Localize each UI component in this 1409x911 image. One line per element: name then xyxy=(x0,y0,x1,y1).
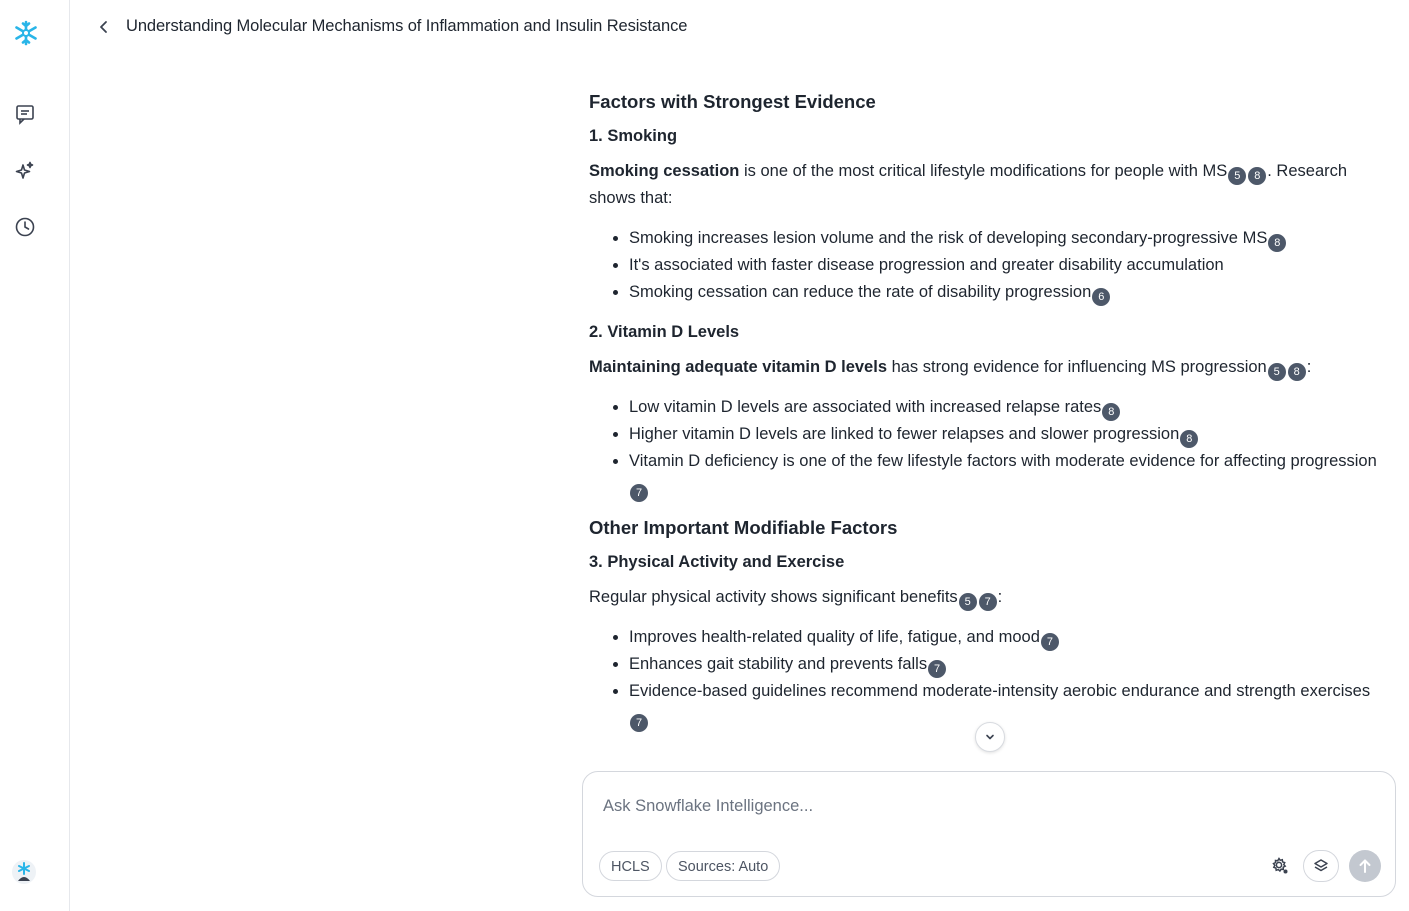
user-avatar-icon[interactable] xyxy=(11,859,37,885)
page-title: Understanding Molecular Mechanisms of In… xyxy=(126,17,688,35)
citation-badge[interactable]: 7 xyxy=(978,593,997,611)
citation-badge[interactable]: 8 xyxy=(1268,234,1287,252)
citation-badge[interactable]: 5 xyxy=(1267,363,1286,381)
header: Understanding Molecular Mechanisms of In… xyxy=(70,0,1409,54)
text: Vitamin D deficiency is one of the few l… xyxy=(629,452,1377,470)
send-button[interactable] xyxy=(1349,850,1381,882)
context-chip-hcls[interactable]: HCLS xyxy=(599,851,662,881)
text: Enhances gait stability and prevents fal… xyxy=(629,655,928,673)
text: Higher vitamin D levels are linked to fe… xyxy=(629,425,1180,443)
citation-badge[interactable]: 7 xyxy=(1040,633,1059,651)
bold-text: Smoking cessation xyxy=(589,162,740,180)
chevron-down-icon xyxy=(986,734,994,740)
citation-badge[interactable]: 5 xyxy=(1228,167,1247,185)
subsection-heading: 3. Physical Activity and Exercise xyxy=(589,553,845,571)
citation-badge[interactable]: 8 xyxy=(1248,167,1267,185)
citation-badge[interactable]: 6 xyxy=(1092,288,1111,306)
scroll-to-bottom-button[interactable] xyxy=(975,722,1005,752)
text: has strong evidence for influencing MS p… xyxy=(887,358,1267,376)
paragraph: Smoking cessation is one of the most cri… xyxy=(589,158,1389,212)
arrow-up-icon xyxy=(1359,859,1371,873)
list-item: It's associated with faster disease prog… xyxy=(629,252,1389,279)
back-icon[interactable] xyxy=(94,16,114,38)
citation-badge[interactable]: 7 xyxy=(928,660,947,678)
paragraph: Regular physical activity shows signific… xyxy=(589,584,1389,611)
text: Regular physical activity shows signific… xyxy=(589,588,958,606)
snowflake-logo-icon[interactable] xyxy=(13,20,39,46)
list-item: Evidence-based guidelines recommend mode… xyxy=(629,678,1389,732)
bullet-list: Smoking increases lesion volume and the … xyxy=(589,225,1389,306)
chat-input[interactable] xyxy=(601,792,1365,820)
list-item: Enhances gait stability and prevents fal… xyxy=(629,651,1389,678)
history-icon[interactable] xyxy=(12,214,38,240)
tools-settings-button[interactable] xyxy=(1267,853,1293,879)
citation-badge[interactable]: 7 xyxy=(630,484,648,502)
text: Evidence-based guidelines recommend mode… xyxy=(629,682,1371,700)
citation-badge[interactable]: 5 xyxy=(958,593,977,611)
section-heading: Factors with Strongest Evidence xyxy=(589,91,876,112)
chats-icon[interactable] xyxy=(12,101,38,127)
bullet-list: Low vitamin D levels are associated with… xyxy=(589,394,1389,502)
text: Low vitamin D levels are associated with… xyxy=(629,398,1102,416)
settings-gear-icon xyxy=(1272,857,1288,874)
list-item: Improves health-related quality of life,… xyxy=(629,624,1389,651)
composer: HCLS Sources: Auto xyxy=(582,771,1396,897)
text: Improves health-related quality of life,… xyxy=(629,628,1040,646)
text: Smoking cessation can reduce the rate of… xyxy=(629,283,1092,301)
citation-badge[interactable]: 7 xyxy=(630,714,648,732)
citation-badge[interactable]: 8 xyxy=(1102,403,1121,421)
sparkle-icon[interactable] xyxy=(12,158,38,184)
subsection-heading: 1. Smoking xyxy=(589,127,678,145)
subsection-heading: 2. Vitamin D Levels xyxy=(589,323,740,341)
citation-badge[interactable]: 8 xyxy=(1287,363,1306,381)
layers-icon xyxy=(1314,859,1328,872)
bold-text: Maintaining adequate vitamin D levels xyxy=(589,358,887,376)
citation-badge[interactable]: 8 xyxy=(1180,430,1199,448)
list-item: Vitamin D deficiency is one of the few l… xyxy=(629,448,1389,502)
sources-chip[interactable]: Sources: Auto xyxy=(666,851,781,881)
paragraph: Maintaining adequate vitamin D levels ha… xyxy=(589,354,1389,381)
list-item: Smoking cessation can reduce the rate of… xyxy=(629,279,1389,306)
list-item: Smoking increases lesion volume and the … xyxy=(629,225,1389,252)
section-heading: Other Important Modifiable Factors xyxy=(589,517,898,538)
list-item: Low vitamin D levels are associated with… xyxy=(629,394,1389,421)
text: : xyxy=(1306,358,1312,376)
text: Smoking increases lesion volume and the … xyxy=(629,229,1268,247)
text: It's associated with faster disease prog… xyxy=(629,256,1224,274)
data-sources-button[interactable] xyxy=(1303,850,1339,882)
text: is one of the most critical lifestyle mo… xyxy=(739,162,1228,180)
list-item: Higher vitamin D levels are linked to fe… xyxy=(629,421,1389,448)
bullet-list: Improves health-related quality of life,… xyxy=(589,624,1389,732)
assistant-response: Factors with Strongest Evidence 1. Smoki… xyxy=(589,84,1389,770)
text: : xyxy=(997,588,1003,606)
sidebar xyxy=(0,0,70,911)
